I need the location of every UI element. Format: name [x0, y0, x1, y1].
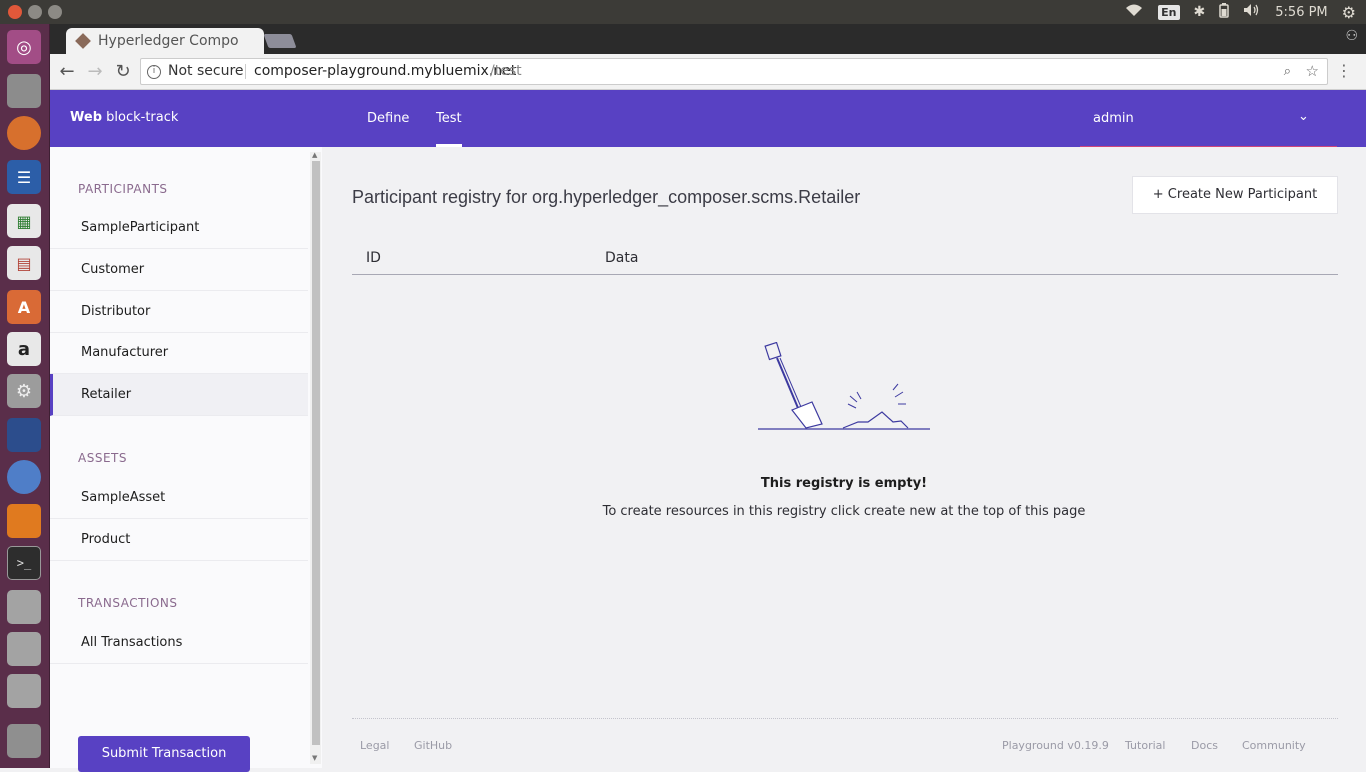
sidebar-item-all-transactions[interactable]: All Transactions	[50, 622, 308, 664]
empty-state-message: To create resources in this registry cli…	[602, 504, 1086, 519]
software-center-icon[interactable]: A	[7, 290, 41, 324]
footer-divider	[352, 718, 1338, 719]
security-label[interactable]: Not secure	[168, 59, 244, 84]
keyboard-language-indicator[interactable]: En	[1158, 4, 1180, 20]
footer-link-legal[interactable]: Legal	[360, 739, 389, 752]
sidebar-item-distributor[interactable]: Distributor	[50, 291, 308, 333]
browser-tab-strip: Hyperledger Compo ⚇	[50, 24, 1366, 54]
bluetooth-icon[interactable]: ✱	[1194, 4, 1206, 20]
reload-button[interactable]: ↻	[112, 61, 134, 83]
trash-icon[interactable]	[7, 724, 41, 758]
submit-transaction-button[interactable]: Submit Transaction	[78, 736, 250, 772]
sidebar-scrollbar-thumb[interactable]	[312, 161, 320, 745]
maximize-window-button[interactable]	[48, 5, 62, 19]
empty-state-title: This registry is empty!	[760, 476, 928, 491]
libreoffice-calc-icon[interactable]: ▦	[7, 204, 41, 238]
amazon-icon[interactable]: a	[7, 332, 41, 366]
chevron-down-icon: ⌄	[1298, 109, 1309, 124]
main-content: Participant registry for org.hyperledger…	[322, 147, 1366, 768]
chrome-icon[interactable]	[7, 460, 41, 494]
user-name: admin	[1093, 111, 1134, 126]
footer-version: Playground v0.19.9	[1002, 739, 1109, 752]
browser-tab[interactable]: Hyperledger Compo	[66, 28, 264, 54]
ubuntu-dash-icon[interactable]: ◎	[7, 30, 41, 64]
terminal-icon[interactable]: >_	[7, 546, 41, 580]
app-header: Web block-track Define Test admin ⌄	[50, 90, 1366, 147]
hyperledger-favicon-icon	[75, 33, 91, 49]
tab-title: Hyperledger Compo	[98, 33, 239, 49]
sidebar-item-product[interactable]: Product	[50, 519, 308, 561]
forward-button[interactable]: →	[84, 61, 106, 83]
url-host: composer-playground.mybluemix.net	[254, 63, 517, 79]
address-bar[interactable]: i Not secure composer-playground.mybluem…	[140, 58, 1328, 85]
transactions-section-title: TRANSACTIONS	[78, 596, 178, 610]
sidebar-item-manufacturer[interactable]: Manufacturer	[50, 332, 308, 374]
url-path: /test	[490, 63, 522, 79]
footer-link-github[interactable]: GitHub	[414, 739, 452, 752]
user-menu[interactable]: admin ⌄	[1093, 109, 1309, 126]
battery-icon[interactable]	[1219, 2, 1230, 22]
create-new-participant-button[interactable]: + Create New Participant	[1132, 176, 1338, 214]
bookmark-star-icon[interactable]: ☆	[1306, 59, 1319, 84]
drive-icon[interactable]	[7, 590, 41, 624]
assets-section-title: ASSETS	[78, 451, 127, 465]
new-tab-button[interactable]	[263, 34, 297, 48]
sidebar-item-sampleparticipant[interactable]: SampleParticipant	[50, 207, 308, 249]
column-header-id: ID	[366, 250, 381, 266]
incognito-icon[interactable]: ⚇	[1345, 28, 1358, 44]
participants-section-title: PARTICIPANTS	[78, 182, 168, 196]
libreoffice-impress-icon[interactable]: ▤	[7, 246, 41, 280]
tab-define[interactable]: Define	[367, 111, 409, 126]
page-title: Participant registry for org.hyperledger…	[352, 187, 861, 207]
empty-shovel-illustration	[758, 341, 930, 437]
sidebar-item-retailer[interactable]: Retailer	[50, 374, 308, 416]
table-header-divider	[352, 274, 1338, 275]
firefox-icon[interactable]	[7, 116, 41, 150]
browser-menu-icon[interactable]: ⋮	[1336, 62, 1352, 80]
wifi-icon[interactable]	[1124, 3, 1144, 21]
libreoffice-writer-icon[interactable]: ☰	[7, 160, 41, 194]
sidebar: PARTICIPANTS SampleParticipant Customer …	[50, 147, 322, 772]
minimize-window-button[interactable]	[28, 5, 42, 19]
footer-link-tutorial[interactable]: Tutorial	[1125, 739, 1165, 752]
app-launcher: ◎ ☰ ▦ ▤ A a ⚙ >_	[0, 24, 50, 768]
column-header-data: Data	[605, 250, 639, 266]
browser-toolbar: ← → ↻ i Not secure composer-playground.m…	[50, 54, 1366, 90]
back-button[interactable]: ←	[56, 61, 78, 83]
drive-icon[interactable]	[7, 674, 41, 708]
settings-gear-icon[interactable]: ⚙	[1342, 3, 1356, 22]
close-window-button[interactable]	[8, 5, 22, 19]
drive-icon[interactable]	[7, 632, 41, 666]
visual-studio-code-icon[interactable]	[7, 418, 41, 452]
footer-link-community[interactable]: Community	[1242, 739, 1306, 752]
system-top-bar: En ✱ 5:56 PM ⚙	[0, 0, 1366, 24]
info-icon[interactable]: i	[147, 65, 161, 79]
tab-test[interactable]: Test	[436, 111, 462, 126]
vlc-icon[interactable]	[7, 504, 41, 538]
omnibox-divider	[245, 64, 246, 79]
volume-icon[interactable]	[1243, 3, 1261, 21]
app-brand[interactable]: Web block-track	[70, 110, 178, 125]
clock[interactable]: 5:56 PM	[1275, 5, 1327, 20]
footer-link-docs[interactable]: Docs	[1191, 739, 1218, 752]
sidebar-item-sampleasset[interactable]: SampleAsset	[50, 477, 308, 519]
system-settings-icon[interactable]: ⚙	[7, 374, 41, 408]
scroll-up-arrow-icon[interactable]: ▲	[312, 151, 317, 159]
zoom-icon[interactable]: ⌕	[1284, 59, 1291, 84]
files-icon[interactable]	[7, 74, 41, 108]
sidebar-item-customer[interactable]: Customer	[50, 249, 308, 291]
scroll-down-arrow-icon[interactable]: ▼	[312, 754, 317, 762]
